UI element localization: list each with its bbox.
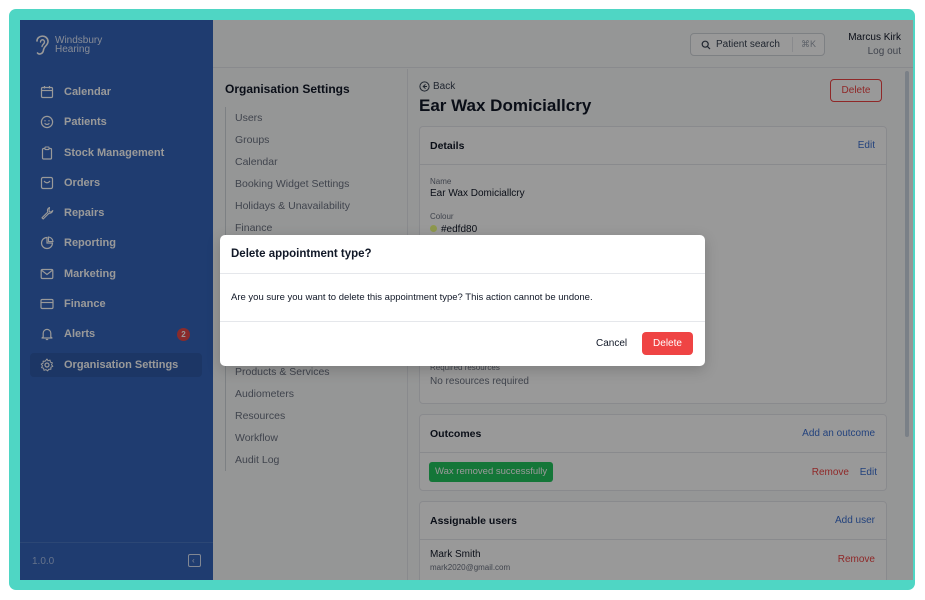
dialog-cancel-button[interactable]: Cancel: [596, 338, 627, 349]
dialog-divider: [220, 321, 705, 322]
app-window: Windsbury Hearing Calendar Patients Stoc…: [20, 20, 913, 580]
dialog-divider: [220, 273, 705, 274]
dialog-message: Are you sure you want to delete this app…: [231, 292, 593, 303]
delete-confirm-dialog: Delete appointment type? Are you sure yo…: [220, 235, 705, 366]
dialog-title: Delete appointment type?: [231, 248, 372, 260]
dialog-delete-button[interactable]: Delete: [642, 332, 693, 355]
